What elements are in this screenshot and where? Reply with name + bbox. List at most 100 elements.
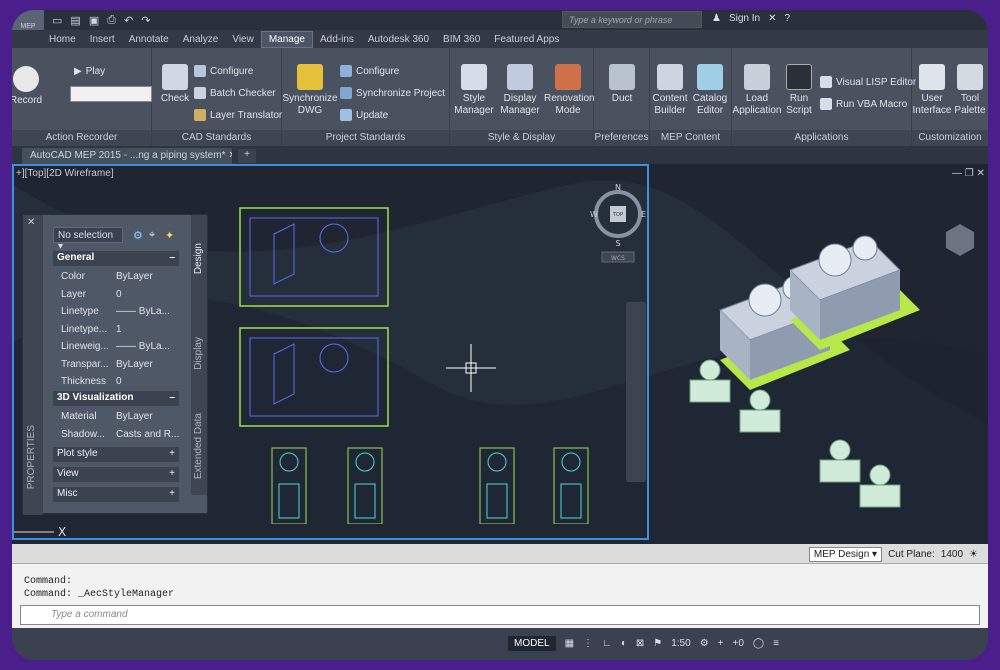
lightbulb-icon[interactable]: ☀	[969, 549, 978, 560]
record-button[interactable]: Record	[12, 66, 44, 107]
group-general[interactable]: General –	[53, 251, 179, 266]
elevation-offset[interactable]: +0	[733, 638, 744, 649]
tab-annotate[interactable]: Annotate	[122, 32, 176, 47]
close-icon[interactable]: ✕	[228, 150, 232, 161]
tab-extended-data[interactable]: Extended Data	[193, 413, 204, 479]
panel-title[interactable]: Applications	[732, 130, 911, 146]
property-value[interactable]: 0	[116, 376, 182, 387]
group-misc[interactable]: Misc +	[53, 487, 179, 502]
group-plot-style[interactable]: Plot style +	[53, 447, 179, 462]
property-value[interactable]: —— ByLa...	[116, 306, 182, 317]
command-input[interactable]: Type a command	[20, 605, 980, 625]
property-value[interactable]: 0	[116, 289, 182, 300]
tab-insert[interactable]: Insert	[83, 32, 122, 47]
tab-display[interactable]: Display	[193, 337, 204, 370]
window-controls[interactable]: — ❐ ✕	[952, 168, 985, 179]
model-space-button[interactable]: MODEL	[508, 636, 556, 651]
grid-icon[interactable]: ▦	[565, 638, 574, 649]
property-value[interactable]: Casts and R...	[116, 429, 182, 440]
save-icon[interactable]: ▣	[89, 14, 99, 27]
undo-icon[interactable]: ↶	[124, 14, 133, 27]
annotation-scale[interactable]: 1:50	[671, 638, 690, 649]
document-tab[interactable]: AutoCAD MEP 2015 - ...ng a piping system…	[22, 148, 232, 164]
duct-button[interactable]: Duct	[602, 64, 642, 105]
quick-select-icon[interactable]: ⚙	[133, 229, 143, 242]
display-manager-button[interactable]: Display Manager	[498, 64, 542, 117]
renovation-mode-button[interactable]: Renovation Mode	[544, 64, 595, 117]
panel-title[interactable]: Project Standards	[282, 130, 449, 146]
group-3d-visualization[interactable]: 3D Visualization –	[53, 391, 179, 406]
ortho-icon[interactable]: ∟	[602, 638, 612, 649]
synchronize-dwg-button[interactable]: Synchronize DWG	[282, 64, 338, 117]
search-input[interactable]: Type a keyword or phrase	[562, 11, 702, 28]
pickadd-icon[interactable]: ✦	[165, 229, 174, 242]
cut-plane-value[interactable]: 1400	[941, 549, 963, 560]
close-icon[interactable]: ✕	[27, 217, 35, 228]
viewcube-compass[interactable]: TOP N E S W WCS	[588, 184, 648, 264]
synchronize-project-button[interactable]: Synchronize Project	[340, 87, 445, 99]
viewcube-3d[interactable]	[940, 220, 980, 260]
project-configure-button[interactable]: Configure	[340, 65, 399, 77]
tab-manage[interactable]: Manage	[260, 30, 313, 48]
property-value[interactable]: ByLayer	[116, 271, 182, 282]
drawing-viewport[interactable]: +][Top][2D Wireframe] X ✕ PROPERTIES No …	[12, 164, 988, 544]
run-vba-macro-button[interactable]: Run VBA Macro	[820, 98, 907, 110]
osnap-icon[interactable]: ⊠	[636, 638, 644, 649]
play-button[interactable]: ▶ Play	[74, 66, 105, 77]
style-manager-button[interactable]: Style Manager	[452, 64, 496, 117]
polar-icon[interactable]: ◐	[621, 638, 627, 649]
property-value[interactable]: ByLayer	[116, 411, 182, 422]
select-objects-icon[interactable]: ⌖	[149, 229, 155, 242]
tool-palettes-button[interactable]: Tool Palette	[952, 64, 988, 117]
visual-lisp-editor-button[interactable]: Visual LISP Editor	[820, 76, 916, 88]
macro-dropdown[interactable]	[70, 86, 152, 102]
content-builder-button[interactable]: Content Builder	[650, 64, 690, 117]
panel-title[interactable]: MEP Content	[650, 130, 731, 146]
navigation-bar[interactable]	[626, 302, 646, 482]
catalog-editor-button[interactable]: Catalog Editor	[690, 64, 730, 117]
run-script-button[interactable]: Run Script	[782, 64, 816, 117]
load-application-button[interactable]: Load Application	[732, 64, 782, 117]
update-button[interactable]: Update	[340, 109, 388, 121]
user-interface-button[interactable]: User Interface	[912, 64, 952, 117]
print-icon[interactable]: ⎙	[107, 14, 116, 27]
tab-view[interactable]: View	[225, 32, 261, 47]
help-icon[interactable]: ?	[785, 13, 791, 24]
sign-in-button[interactable]: Sign In	[729, 13, 760, 24]
tab-home[interactable]: Home	[42, 32, 83, 47]
viewport-2d[interactable]: +][Top][2D Wireframe] X ✕ PROPERTIES No …	[12, 164, 649, 540]
panel-title[interactable]: Style & Display	[450, 130, 593, 146]
check-button[interactable]: Check	[158, 64, 192, 105]
app-menu-button[interactable]: MEP	[12, 10, 44, 30]
cad-configure-button[interactable]: Configure	[194, 65, 253, 77]
settings-icon[interactable]: ⚙	[700, 638, 709, 649]
exchange-icon[interactable]: ✕	[768, 13, 776, 24]
property-value[interactable]: —— ByLa...	[116, 341, 182, 352]
tab-bim-360[interactable]: BIM 360	[436, 32, 487, 47]
panel-title[interactable]: Action Recorder	[12, 130, 151, 146]
tab-add-ins[interactable]: Add-ins	[313, 32, 361, 47]
tab-design[interactable]: Design	[193, 243, 204, 274]
property-value[interactable]: 1	[116, 324, 182, 335]
isolate-icon[interactable]: ◯	[753, 638, 764, 649]
display-config-dropdown[interactable]: MEP Design ▾	[808, 547, 883, 562]
layer-translator-button[interactable]: Layer Translator	[194, 109, 282, 121]
redo-icon[interactable]: ↷	[141, 14, 150, 27]
selection-dropdown[interactable]: No selection ▾	[53, 227, 123, 252]
tab-analyze[interactable]: Analyze	[176, 32, 226, 47]
new-tab-button[interactable]: +	[238, 149, 256, 163]
panel-title[interactable]: Customization	[912, 130, 988, 146]
property-value[interactable]: ByLayer	[116, 359, 182, 370]
new-icon[interactable]: ▭	[52, 14, 62, 27]
user-icon[interactable]: ♟	[712, 13, 721, 24]
model-3d-view[interactable]	[680, 210, 920, 520]
tab-featured-apps[interactable]: Featured Apps	[487, 32, 566, 47]
tab-autodesk-360[interactable]: Autodesk 360	[361, 32, 436, 47]
group-view[interactable]: View +	[53, 467, 179, 482]
customize-icon[interactable]: ≡	[773, 638, 779, 649]
add-icon[interactable]: +	[718, 638, 724, 649]
batch-checker-button[interactable]: Batch Checker	[194, 87, 276, 99]
snap-icon[interactable]: ⋮	[583, 638, 593, 649]
open-icon[interactable]: ▤	[70, 14, 80, 27]
viewport-label[interactable]: +][Top][2D Wireframe]	[16, 168, 114, 179]
